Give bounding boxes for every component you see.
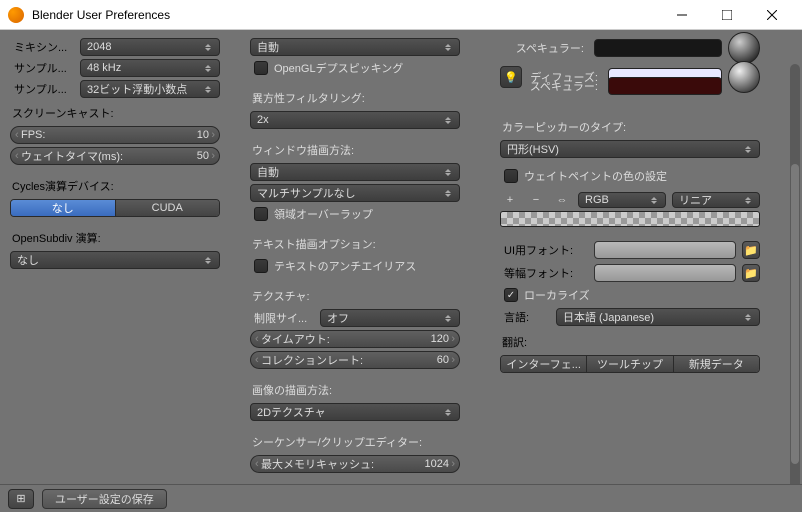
translate-interface-button[interactable]: インターフェ... xyxy=(501,356,587,372)
cycles-none-button[interactable]: なし xyxy=(11,200,116,216)
mono-font-input[interactable] xyxy=(594,264,736,282)
minimize-button[interactable] xyxy=(659,0,704,30)
language-select[interactable]: 日本語 (Japanese) xyxy=(556,308,760,326)
maximize-button[interactable] xyxy=(704,0,749,30)
opensubdiv-header: OpenSubdiv 演算: xyxy=(10,226,220,248)
aniso-select[interactable]: 2x xyxy=(250,111,460,129)
text-draw-header: テキスト描画オプション: xyxy=(250,232,460,254)
sample-rate-select[interactable]: 48 kHz xyxy=(80,59,220,77)
mono-font-label: 等幅フォント: xyxy=(500,265,588,281)
editor-type-icon[interactable]: ⊞ xyxy=(8,489,34,509)
column-left: ミキシン... 2048 サンプル... 48 kHz サンプル... 32ビッ… xyxy=(10,38,220,480)
specular-label-1: スペキュラー: xyxy=(500,40,588,56)
column-middle: 自動 OpenGLデプスピッキング 異方性フィルタリング: 2x ウィンドウ描画… xyxy=(250,38,460,480)
multisample-select[interactable]: マルチサンプルなし xyxy=(250,184,460,202)
sample-format-select[interactable]: 32ビット浮動小数点 xyxy=(80,80,220,98)
column-right: スペキュラー: 💡 ディフューズ: スペキュラー: カラーピッカーのタイプ: 円… xyxy=(500,38,760,480)
interpolation-select[interactable]: リニア xyxy=(672,192,760,208)
titlebar: Blender User Preferences xyxy=(0,0,802,30)
ui-font-browse-icon[interactable]: 📁 xyxy=(742,241,760,259)
region-overlap-checkbox[interactable]: 領域オーバーラップ xyxy=(250,205,460,223)
preview-sphere-1 xyxy=(728,32,760,64)
fps-field[interactable]: FPS:10 xyxy=(10,126,220,144)
color-ramp[interactable] xyxy=(500,211,760,227)
scrollbar[interactable] xyxy=(790,64,800,494)
ui-font-label: UI用フォント: xyxy=(500,242,588,258)
scrollbar-thumb[interactable] xyxy=(791,164,799,464)
limit-size-select[interactable]: オフ xyxy=(320,309,460,327)
timeout-field[interactable]: タイムアウト:120 xyxy=(250,330,460,348)
opengl-depth-checkbox[interactable]: OpenGLデプスピッキング xyxy=(250,59,460,77)
remove-stop-icon[interactable]: − xyxy=(526,194,546,206)
auto-select[interactable]: 自動 xyxy=(250,38,460,56)
localize-checkbox[interactable]: ローカライズ xyxy=(500,286,760,304)
blender-icon xyxy=(8,7,24,23)
close-button[interactable] xyxy=(749,0,794,30)
color-ramp-toolbar: + − ⇔ RGB リニア xyxy=(500,192,760,208)
screencast-header: スクリーンキャスト: xyxy=(10,101,220,123)
flip-icon[interactable]: ⇔ xyxy=(552,194,572,206)
texture-header: テクスチャ: xyxy=(250,284,460,306)
save-user-settings-button[interactable]: ユーザー設定の保存 xyxy=(42,489,167,509)
window-draw-select[interactable]: 自動 xyxy=(250,163,460,181)
mono-font-browse-icon[interactable]: 📁 xyxy=(742,264,760,282)
cycles-device-segmented: なし CUDA xyxy=(10,199,220,217)
window-draw-header: ウィンドウ描画方法: xyxy=(250,138,460,160)
sample-rate-label: サンプル... xyxy=(10,60,80,76)
opensubdiv-select[interactable]: なし xyxy=(10,251,220,269)
content-area: ミキシン... 2048 サンプル... 48 kHz サンプル... 32ビッ… xyxy=(0,30,802,480)
text-aa-checkbox[interactable]: テキストのアンチエイリアス xyxy=(250,257,460,275)
colorpicker-header: カラーピッカーのタイプ: xyxy=(500,115,760,137)
cycles-header: Cycles演算デバイス: xyxy=(10,174,220,196)
specular-label-2: スペキュラー: xyxy=(528,78,602,94)
cycles-cuda-button[interactable]: CUDA xyxy=(116,200,220,216)
sequencer-header: シーケンサー/クリップエディター: xyxy=(250,430,460,452)
add-stop-icon[interactable]: + xyxy=(500,194,520,206)
mixing-select[interactable]: 2048 xyxy=(80,38,220,56)
sample-format-label: サンプル... xyxy=(10,81,80,97)
limit-size-label: 制限サイ... xyxy=(250,310,320,326)
bottom-bar: ⊞ ユーザー設定の保存 xyxy=(0,484,802,512)
image-draw-select[interactable]: 2Dテクスチャ xyxy=(250,403,460,421)
image-draw-header: 画像の描画方法: xyxy=(250,378,460,400)
ui-font-input[interactable] xyxy=(594,241,736,259)
wait-timer-field[interactable]: ウェイトタイマ(ms):50 xyxy=(10,147,220,165)
window-title: Blender User Preferences xyxy=(32,8,659,22)
translate-label: 翻訳: xyxy=(500,330,760,352)
translate-newdata-button[interactable]: 新規データ xyxy=(674,356,759,372)
collection-rate-field[interactable]: コレクションレート:60 xyxy=(250,351,460,369)
mixing-label: ミキシン... xyxy=(10,39,80,55)
colorpicker-select[interactable]: 円形(HSV) xyxy=(500,140,760,158)
color-mode-select[interactable]: RGB xyxy=(578,192,666,208)
aniso-header: 異方性フィルタリング: xyxy=(250,86,460,108)
translate-tooltip-button[interactable]: ツールチップ xyxy=(587,356,673,372)
specular-color-1[interactable] xyxy=(594,39,722,57)
translate-segmented: インターフェ... ツールチップ 新規データ xyxy=(500,355,760,373)
specular-color-2[interactable] xyxy=(608,77,722,95)
memcache-field[interactable]: 最大メモリキャッシュ:1024 xyxy=(250,455,460,473)
weight-paint-checkbox[interactable]: ウェイトペイントの色の設定 xyxy=(500,167,760,185)
language-label: 言語: xyxy=(500,309,550,325)
